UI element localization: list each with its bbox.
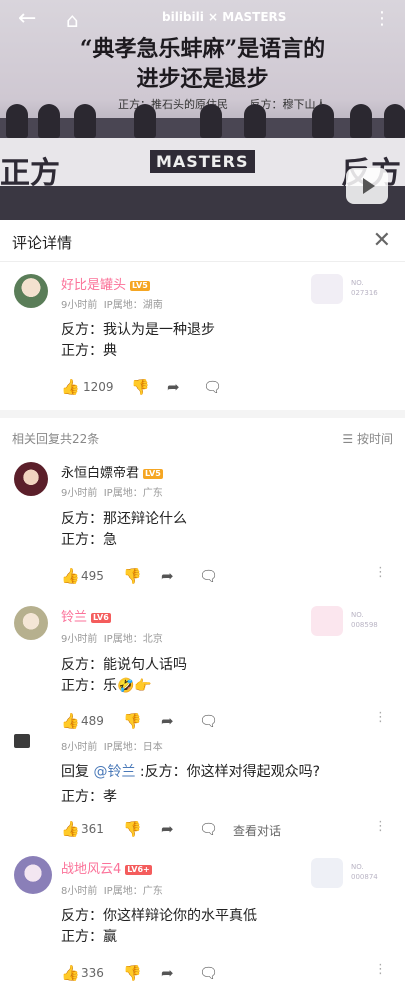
- person: [244, 104, 266, 138]
- replies-header: 相关回复共22条 ☰ 按时间: [0, 426, 405, 450]
- thumbs-up-icon[interactable]: 👍: [61, 378, 80, 396]
- comment-text: 反方：你这样辩论你的水平真低 正方：赢: [61, 908, 257, 945]
- comment-meta: 9小时前 IP属地：北京: [61, 634, 163, 645]
- more-options-icon[interactable]: ⋮: [374, 566, 387, 579]
- thumbs-up-icon[interactable]: 👍: [61, 964, 80, 982]
- comment-text: 反方：能说句人话吗 正方：乐🤣👉: [61, 657, 187, 694]
- thumbs-down-icon[interactable]: 👎: [123, 712, 142, 730]
- comment-text: 回复 @铃兰 :反方：你这样对得起观众吗? 正方：孝: [61, 764, 321, 805]
- person: [350, 104, 372, 138]
- stage-left-sign: 正方: [0, 156, 60, 191]
- fan-badge-image: [311, 274, 343, 304]
- level-badge: LV5: [130, 280, 150, 291]
- reply-item: 8小时前 IP属地：日本 回复 @铃兰 :反方：你这样对得起观众吗? 正方：孝 …: [0, 734, 405, 846]
- reply-item: 永恒白嫖帝君 LV5 9小时前 IP属地：广东 反方：那还辩论什么 正方：急 👍 …: [0, 456, 405, 596]
- top-bar: ← ⌂ bilibili × MASTERS ⋮: [0, 0, 405, 40]
- comment-meta: 8小时前 IP属地：日本: [61, 742, 163, 753]
- thumbs-up-icon[interactable]: 👍: [61, 820, 80, 838]
- more-options-icon[interactable]: ⋮: [374, 711, 387, 724]
- thumbs-down-icon[interactable]: 👎: [123, 567, 142, 585]
- comment-icon[interactable]: 🗨: [199, 964, 218, 982]
- share-icon[interactable]: ➦: [161, 820, 174, 838]
- section-divider: [0, 410, 405, 418]
- comment-actions: 👍 1209 👎 ➦ 🗨: [61, 378, 261, 398]
- view-thread-link[interactable]: 查看对话: [233, 822, 281, 839]
- avatar[interactable]: [14, 856, 52, 894]
- stage-brand: MASTERS: [150, 150, 255, 173]
- thumbs-up-icon[interactable]: 👍: [61, 712, 80, 730]
- person: [38, 104, 60, 138]
- logo: bilibili × MASTERS: [162, 10, 287, 24]
- banner-title: “典孝急乐蚌麻”是语言的 进步还是退步: [79, 36, 326, 92]
- sort-button[interactable]: ☰ 按时间: [342, 430, 393, 447]
- mention-link[interactable]: @铃兰: [93, 764, 135, 780]
- play-icon[interactable]: [346, 168, 388, 204]
- back-arrow-icon[interactable]: ←: [18, 6, 36, 31]
- reply-item: 战地风云4 LV6+ 8小时前 IP属地：广东 NO. 000874 反方：你这样辩…: [0, 850, 405, 995]
- thumbs-down-icon[interactable]: 👎: [131, 378, 150, 396]
- comment-meta: 9小时前 IP属地：广东: [61, 488, 163, 499]
- username[interactable]: 铃兰 LV6: [61, 606, 111, 625]
- main-comment: 好比是罐头 LV5 9小时前 IP属地：湖南 NO. 027316 反方：我认为是一…: [0, 262, 405, 408]
- share-icon[interactable]: ➦: [161, 567, 174, 585]
- comment-actions: 👍 361 👎 ➦ 🗨 查看对话: [61, 820, 321, 840]
- fan-badge-image: [311, 858, 343, 888]
- share-icon[interactable]: ➦: [167, 378, 180, 396]
- person: [200, 104, 222, 138]
- panel-title: 评论详情: [12, 234, 73, 252]
- avatar[interactable]: [14, 274, 48, 308]
- level-badge: LV6: [91, 612, 111, 623]
- comment-icon[interactable]: 🗨: [203, 378, 222, 396]
- comment-actions: 👍 336 👎 ➦ 🗨: [61, 964, 261, 984]
- username[interactable]: 战地风云4 LV6+: [61, 858, 152, 877]
- fan-badge: NO. 008598: [311, 606, 387, 636]
- username[interactable]: 好比是罐头 LV5: [61, 274, 150, 293]
- fan-badge: NO. 000874: [311, 858, 387, 888]
- avatar[interactable]: [14, 734, 30, 748]
- reply-item: 铃兰 LV6 9小时前 IP属地：北京 NO. 008598 反方：能说句人话吗 正…: [0, 600, 405, 730]
- comment-actions: 👍 489 👎 ➦ 🗨: [61, 712, 261, 732]
- comment-meta: 8小时前 IP属地：广东: [61, 886, 163, 897]
- avatar[interactable]: [14, 606, 48, 640]
- thumbs-down-icon[interactable]: 👎: [123, 964, 142, 982]
- close-icon[interactable]: ✕: [373, 228, 391, 253]
- comment-text: 反方：我认为是一种退步 正方：典: [61, 322, 215, 359]
- comment-text: 反方：那还辩论什么 正方：急: [61, 511, 187, 548]
- like-count: 1209: [83, 380, 114, 394]
- reply-count: 相关回复共22条: [12, 432, 100, 446]
- like-count: 495: [81, 569, 104, 583]
- person: [312, 104, 334, 138]
- comment-meta: 9小时前 IP属地：湖南: [61, 300, 163, 311]
- more-vertical-icon[interactable]: ⋮: [373, 8, 391, 29]
- avatar[interactable]: [14, 462, 48, 496]
- comment-icon[interactable]: 🗨: [199, 567, 218, 585]
- more-options-icon[interactable]: ⋮: [374, 963, 387, 976]
- like-count: 336: [81, 966, 104, 980]
- like-count: 361: [81, 822, 104, 836]
- more-options-icon[interactable]: ⋮: [374, 820, 387, 833]
- debaters: [0, 104, 405, 138]
- username[interactable]: 永恒白嫖帝君 LV5: [61, 462, 163, 481]
- thumbs-up-icon[interactable]: 👍: [61, 567, 80, 585]
- comment-actions: 👍 495 👎 ➦ 🗨: [61, 567, 261, 587]
- comment-icon[interactable]: 🗨: [199, 712, 218, 730]
- comment-icon[interactable]: 🗨: [199, 820, 218, 838]
- person: [6, 104, 28, 138]
- level-badge: LV6+: [125, 864, 152, 875]
- share-icon[interactable]: ➦: [161, 712, 174, 730]
- fan-badge: NO. 027316: [311, 274, 387, 304]
- like-count: 489: [81, 714, 104, 728]
- comment-detail-header: 评论详情 ✕: [0, 220, 405, 262]
- person: [134, 104, 156, 138]
- thumbs-down-icon[interactable]: 👎: [123, 820, 142, 838]
- fan-badge-image: [311, 606, 343, 636]
- person: [74, 104, 96, 138]
- home-icon[interactable]: ⌂: [66, 8, 79, 32]
- level-badge: LV5: [143, 468, 163, 479]
- person: [384, 104, 405, 138]
- share-icon[interactable]: ➦: [161, 964, 174, 982]
